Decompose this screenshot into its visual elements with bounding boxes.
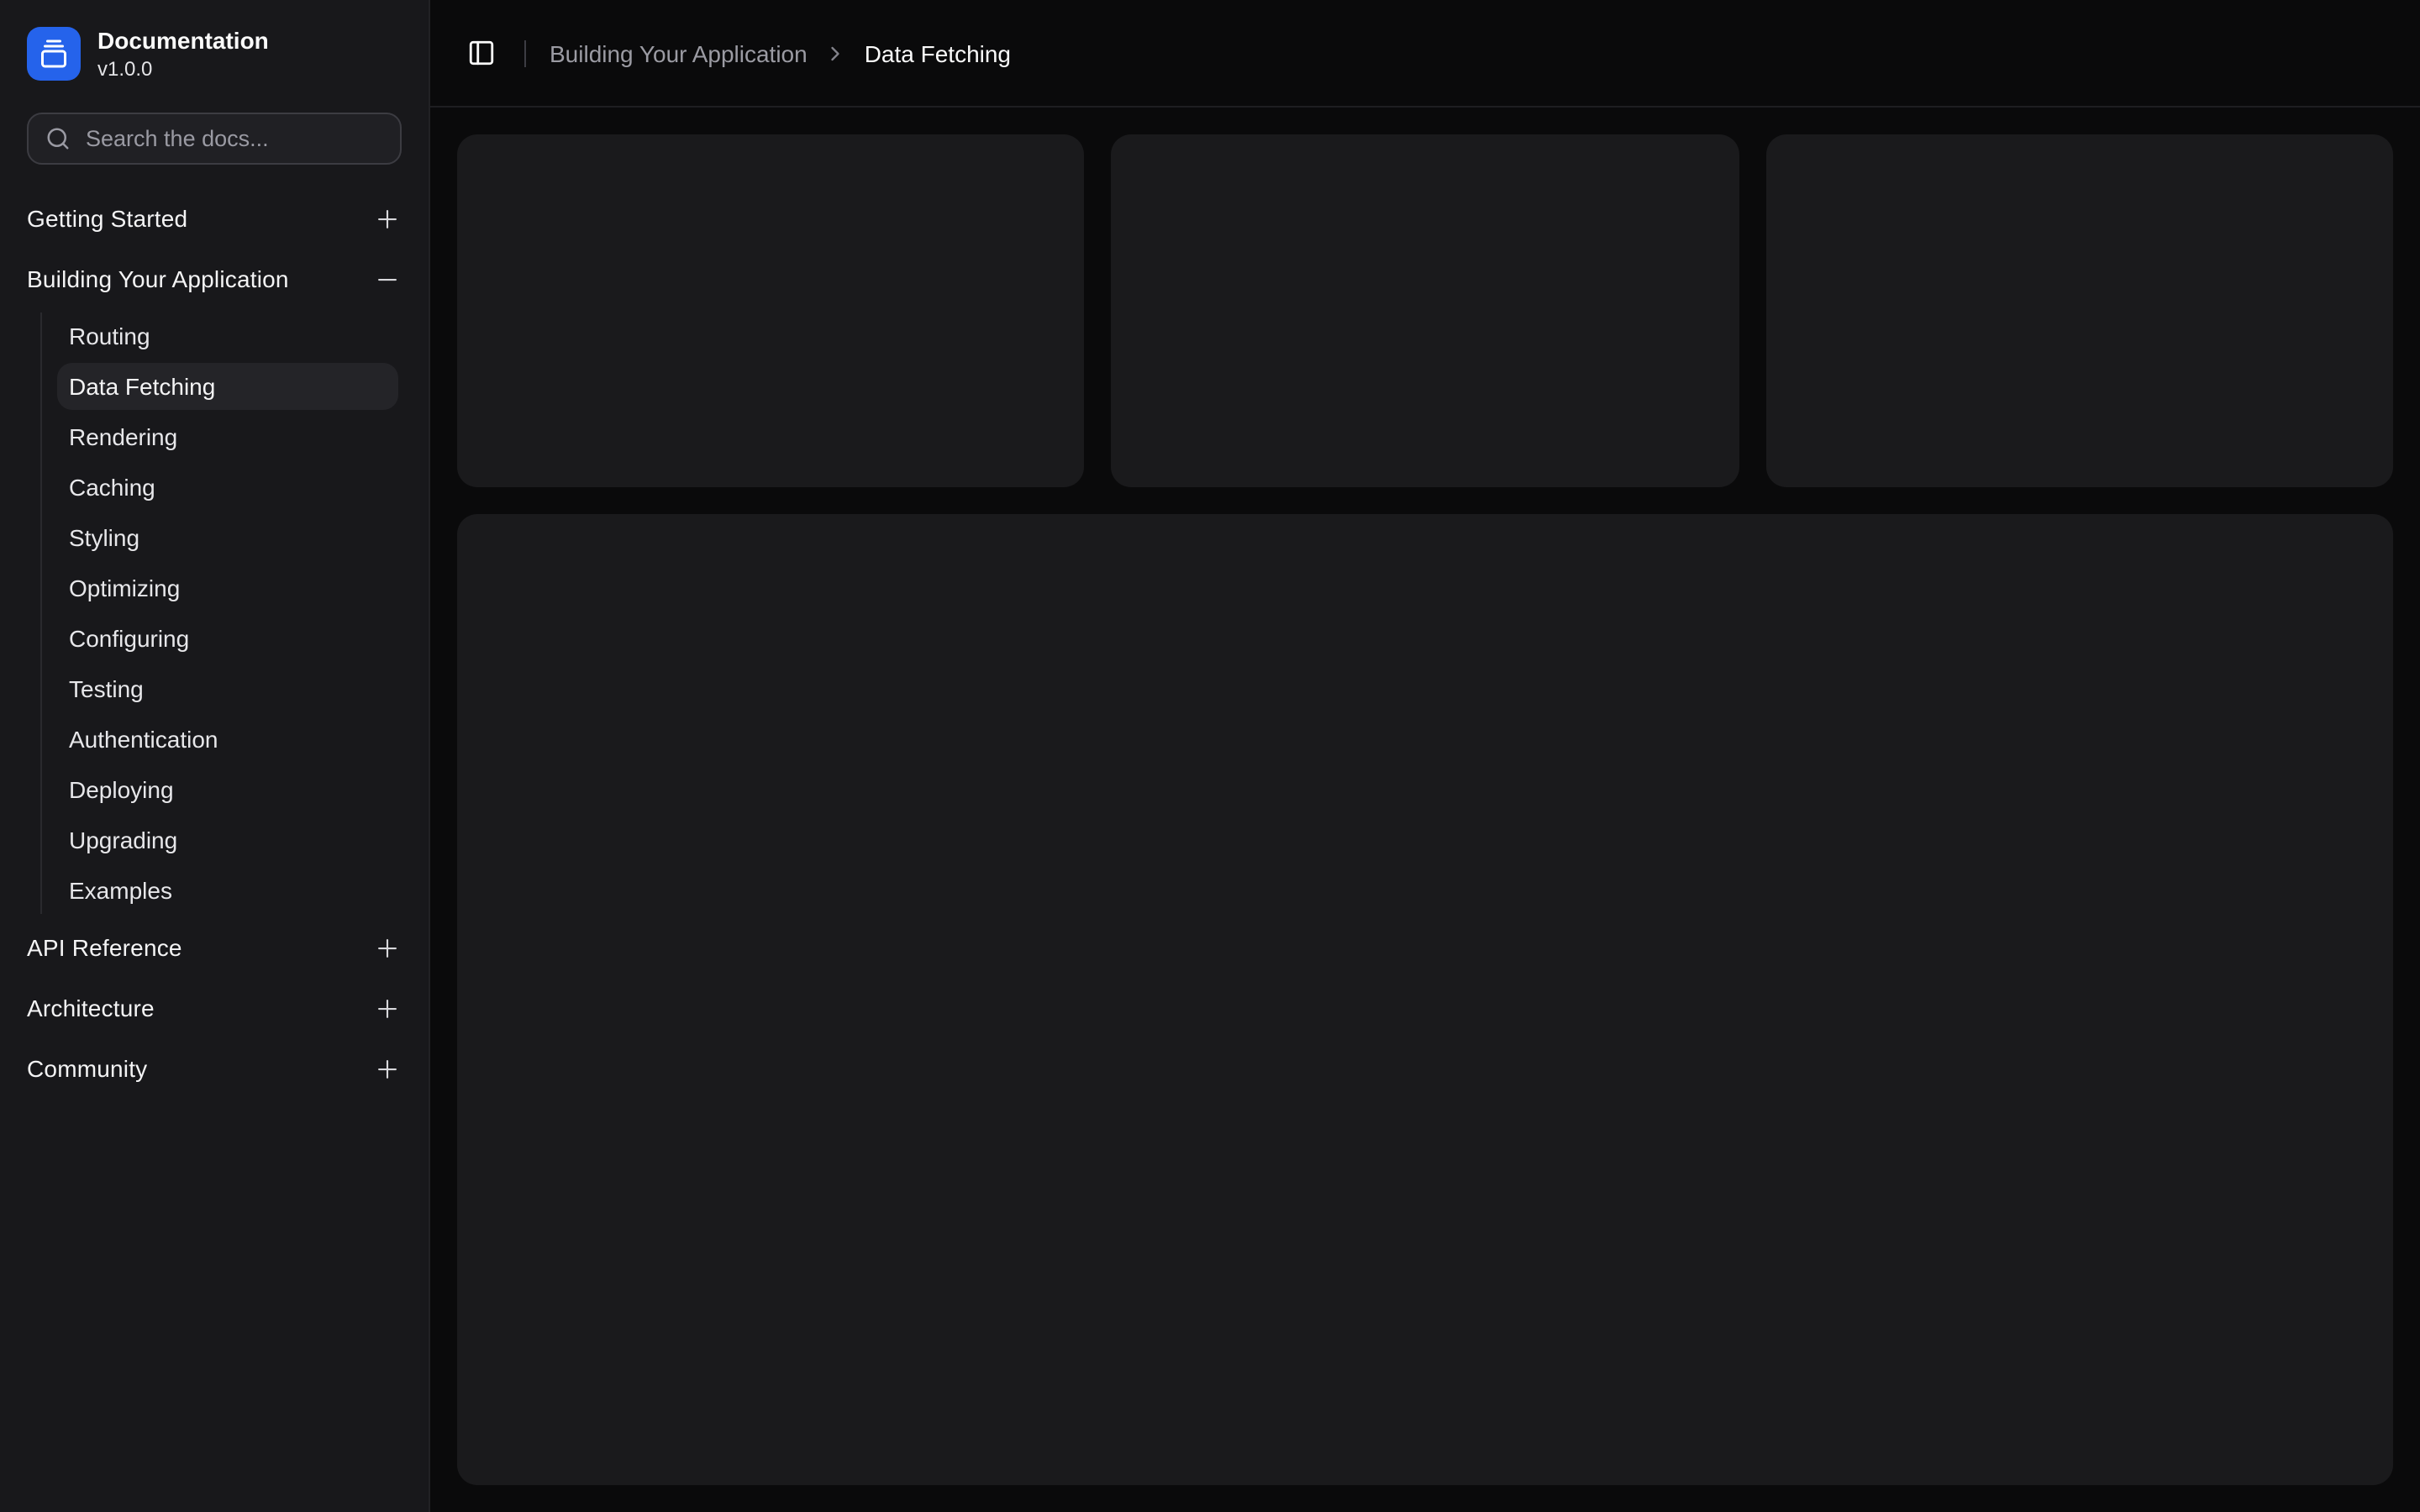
main-area: Building Your Application Data Fetching: [430, 0, 2420, 1512]
gallery-vertical-end-icon: [27, 27, 81, 81]
group-label: Building Your Application: [27, 265, 289, 292]
plus-icon: [373, 204, 402, 233]
placeholder-card: [457, 134, 1085, 487]
sidebar-group-getting-started[interactable]: Getting Started: [13, 192, 415, 245]
breadcrumb: Building Your Application Data Fetching: [550, 39, 1011, 66]
plus-icon: [373, 933, 402, 962]
sidebar-sublist: Routing Data Fetching Rendering Caching …: [40, 312, 402, 914]
top-header: Building Your Application Data Fetching: [430, 0, 2420, 108]
group-label: Architecture: [27, 995, 155, 1021]
page-content: [430, 108, 2420, 1512]
chevron-right-icon: [824, 41, 848, 65]
sidebar-toggle-button[interactable]: [457, 29, 504, 76]
sidebar-group-community[interactable]: Community: [13, 1042, 415, 1095]
sidebar-subitem-testing[interactable]: Testing: [57, 665, 398, 712]
brand-button[interactable]: Documentation v1.0.0: [20, 24, 408, 84]
sidebar: Documentation v1.0.0 Getting Started Bui…: [0, 0, 430, 1512]
placeholder-panel: [457, 514, 2393, 1485]
group-label: Community: [27, 1055, 147, 1082]
group-label: API Reference: [27, 934, 182, 961]
breadcrumb-parent-link[interactable]: Building Your Application: [550, 39, 808, 66]
sidebar-subitem-data-fetching[interactable]: Data Fetching: [57, 363, 398, 410]
sidebar-subitem-authentication[interactable]: Authentication: [57, 716, 398, 763]
group-label: Getting Started: [27, 205, 187, 232]
app-window: Documentation v1.0.0 Getting Started Bui…: [0, 0, 2420, 1512]
sidebar-subitem-examples[interactable]: Examples: [57, 867, 398, 914]
sidebar-subitem-deploying[interactable]: Deploying: [57, 766, 398, 813]
placeholder-card-grid: [457, 134, 2393, 487]
search-input[interactable]: [27, 113, 402, 165]
sidebar-subitem-styling[interactable]: Styling: [57, 514, 398, 561]
sidebar-subitem-routing[interactable]: Routing: [57, 312, 398, 360]
brand-version: v1.0.0: [97, 57, 269, 81]
breadcrumb-current-page: Data Fetching: [865, 39, 1011, 66]
brand-title: Documentation: [97, 27, 269, 55]
placeholder-card: [1112, 134, 1739, 487]
sidebar-group-building-your-application[interactable]: Building Your Application: [13, 252, 415, 306]
sidebar-subitem-caching[interactable]: Caching: [57, 464, 398, 511]
minus-icon: [373, 265, 402, 293]
placeholder-card: [1765, 134, 2393, 487]
sidebar-subitem-upgrading[interactable]: Upgrading: [57, 816, 398, 864]
sidebar-subitem-configuring[interactable]: Configuring: [57, 615, 398, 662]
sidebar-subitem-rendering[interactable]: Rendering: [57, 413, 398, 460]
plus-icon: [373, 1054, 402, 1083]
sidebar-group-architecture[interactable]: Architecture: [13, 981, 415, 1035]
search-container: [27, 113, 402, 165]
sidebar-group-api-reference[interactable]: API Reference: [13, 921, 415, 974]
header-separator: [524, 39, 526, 66]
plus-icon: [373, 994, 402, 1022]
sidebar-subitem-optimizing[interactable]: Optimizing: [57, 564, 398, 612]
brand-text: Documentation v1.0.0: [97, 27, 269, 81]
sidebar-nav: Getting Started Building Your Applicatio…: [0, 192, 429, 1512]
panel-left-icon: [466, 39, 495, 67]
